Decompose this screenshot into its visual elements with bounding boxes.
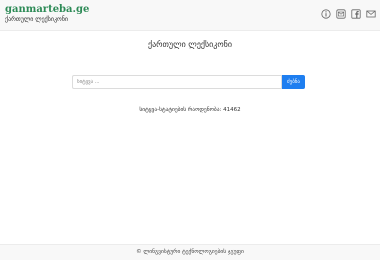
header: ganmarteba.ge ქართული ლექსიკონი — [0, 0, 380, 31]
footer-copyright: © ლინგვისტური ტექნოლოგიების ჯგუფი — [136, 249, 244, 255]
page-title: ქართული ლექსიკონი — [147, 40, 232, 49]
mail-square-icon[interactable] — [336, 9, 346, 19]
info-icon[interactable] — [321, 9, 331, 19]
site-logo[interactable]: ganmarteba.ge — [5, 4, 89, 15]
envelope-icon[interactable] — [366, 9, 376, 19]
search-button[interactable]: ძებნა — [282, 75, 305, 89]
footer: © ლინგვისტური ტექნოლოგიების ჯგუფი — [0, 244, 380, 260]
header-icons — [321, 9, 376, 19]
search-input[interactable] — [72, 75, 282, 89]
page: ganmarteba.ge ქართული ლექსიკონი ქართული … — [0, 0, 380, 260]
logo-subtitle: ქართული ლექსიკონი — [5, 16, 69, 23]
search-form: ძებნა — [72, 75, 305, 89]
facebook-icon[interactable] — [351, 9, 361, 19]
word-count-stats: სიტყვა-სტატიების რაოდენობა: 41462 — [139, 107, 241, 113]
